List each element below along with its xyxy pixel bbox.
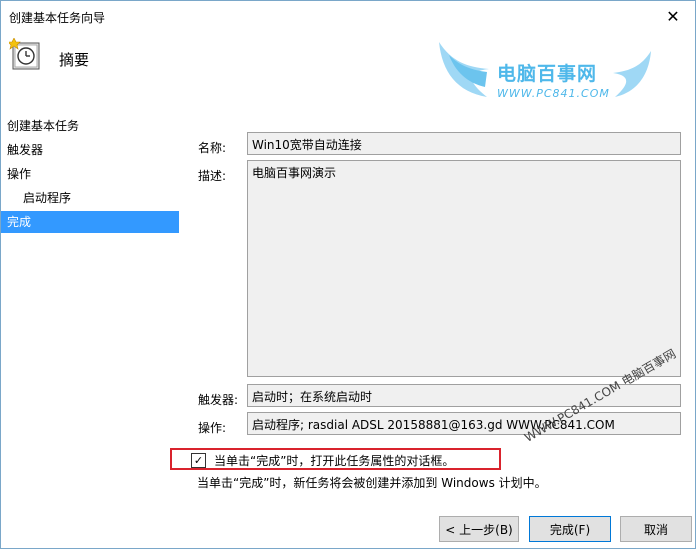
step-start-program[interactable]: 启动程序 (1, 187, 179, 209)
finish-button[interactable]: 完成(F) (529, 516, 611, 542)
window-title: 创建基本任务向导 (9, 11, 106, 25)
close-button[interactable]: ✕ (651, 1, 695, 31)
title-bar: 创建基本任务向导 ✕ (1, 1, 695, 31)
description-field[interactable]: 电脑百事网演示 (247, 160, 681, 377)
step-trigger[interactable]: 触发器 (1, 139, 179, 161)
name-label: 名称: (198, 141, 227, 155)
wizard-header: 摘要 电脑百事网 WWW.PC841.COM (1, 31, 695, 109)
watermark-brand: 电脑百事网 (497, 63, 598, 85)
wizard-steps: 创建基本任务 触发器 操作 启动程序 完成 (1, 109, 185, 548)
step-action[interactable]: 操作 (1, 163, 179, 185)
action-field[interactable]: 启动程序; rasdial ADSL 20158881@163.gd WWW.P… (247, 412, 681, 435)
step-create-basic-task[interactable]: 创建基本任务 (1, 115, 179, 137)
finish-note: 当单击“完成”时，新任务将会被创建并添加到 Windows 计划中。 (197, 476, 547, 490)
name-field[interactable]: Win10宽带自动连接 (247, 132, 681, 155)
task-clock-icon (9, 38, 40, 70)
trigger-label: 触发器: (198, 393, 239, 407)
watermark-url: WWW.PC841.COM (497, 87, 610, 100)
cancel-button[interactable]: 取消 (620, 516, 692, 542)
open-properties-checkbox[interactable]: ✓ (191, 453, 206, 468)
description-label: 描述: (198, 169, 227, 183)
back-button[interactable]: < 上一步(B) (439, 516, 519, 542)
watermark-logo: 电脑百事网 WWW.PC841.COM (437, 37, 657, 109)
task-wizard-window: 创建基本任务向导 ✕ 摘要 电脑百事网 WWW.PC841.COM 创建基本任务… (0, 0, 696, 549)
open-properties-option[interactable]: ✓ 当单击“完成”时，打开此任务属性的对话框。 (191, 452, 454, 469)
step-finish[interactable]: 完成 (1, 211, 179, 233)
action-label: 操作: (198, 421, 227, 435)
page-title: 摘要 (59, 51, 90, 69)
open-properties-label[interactable]: 当单击“完成”时，打开此任务属性的对话框。 (214, 452, 454, 469)
